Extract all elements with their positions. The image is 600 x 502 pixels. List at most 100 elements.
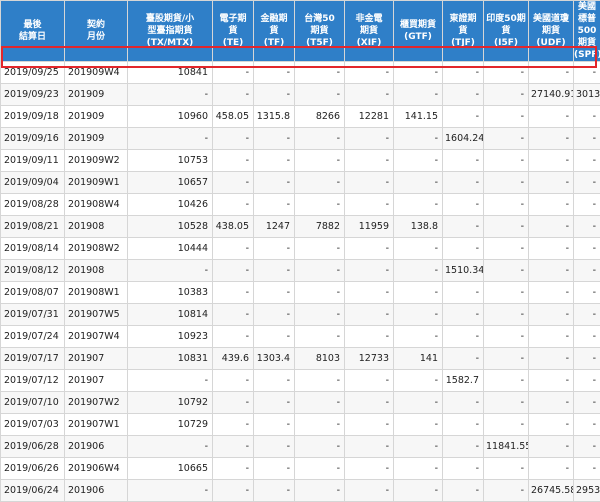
header-row: 最後 結算日契約 月份臺股期貨/小 型臺指期貨 (TX/MTX)電子期 貨 (T… bbox=[1, 1, 600, 62]
price-cell: - bbox=[529, 282, 574, 304]
price-cell: - bbox=[254, 392, 295, 414]
price-cell: - bbox=[394, 326, 443, 348]
settlement-date-cell: 2019/08/21 bbox=[1, 216, 65, 238]
price-cell: - bbox=[574, 326, 600, 348]
column-header: 契約 月份 bbox=[65, 1, 128, 62]
contract-month-cell: 201908 bbox=[65, 260, 128, 282]
settlement-date-cell: 2019/06/28 bbox=[1, 436, 65, 458]
price-cell: 141 bbox=[394, 348, 443, 370]
price-cell: - bbox=[295, 370, 345, 392]
price-cell: - bbox=[529, 348, 574, 370]
price-cell: - bbox=[295, 326, 345, 348]
price-cell: 11959 bbox=[345, 216, 394, 238]
table-row: 2019/09/16201909------1604.24--- bbox=[1, 128, 600, 150]
table-row: 2019/07/1720190710831439.61303.481031273… bbox=[1, 348, 600, 370]
price-cell: - bbox=[484, 238, 529, 260]
price-cell: - bbox=[574, 348, 600, 370]
table-row: 2019/07/24201907W410923--------- bbox=[1, 326, 600, 348]
price-cell: - bbox=[254, 238, 295, 260]
settlement-date-cell: 2019/09/23 bbox=[1, 84, 65, 106]
price-cell: - bbox=[529, 216, 574, 238]
settlement-date-cell: 2019/09/16 bbox=[1, 128, 65, 150]
price-cell: - bbox=[574, 150, 600, 172]
price-cell: - bbox=[574, 260, 600, 282]
contract-month-cell: 201909 bbox=[65, 106, 128, 128]
price-cell: - bbox=[345, 326, 394, 348]
price-cell: - bbox=[394, 150, 443, 172]
price-cell: - bbox=[254, 370, 295, 392]
price-cell: - bbox=[254, 172, 295, 194]
table-row: 2019/08/28201908W410426--------- bbox=[1, 194, 600, 216]
price-cell: 1582.7 bbox=[443, 370, 484, 392]
price-cell: - bbox=[443, 84, 484, 106]
price-cell: - bbox=[254, 480, 295, 502]
price-cell: - bbox=[213, 150, 254, 172]
price-cell: - bbox=[254, 84, 295, 106]
settlement-table: 最後 結算日契約 月份臺股期貨/小 型臺指期貨 (TX/MTX)電子期 貨 (T… bbox=[0, 0, 600, 502]
price-cell: - bbox=[213, 326, 254, 348]
price-cell: - bbox=[574, 414, 600, 436]
price-cell: - bbox=[574, 392, 600, 414]
price-cell: 438.05 bbox=[213, 216, 254, 238]
price-cell: - bbox=[345, 194, 394, 216]
price-cell: - bbox=[345, 128, 394, 150]
price-cell: - bbox=[443, 106, 484, 128]
contract-month-cell: 201909 bbox=[65, 84, 128, 106]
price-cell: - bbox=[213, 62, 254, 84]
contract-month-cell: 201906 bbox=[65, 480, 128, 502]
settlement-date-cell: 2019/09/18 bbox=[1, 106, 65, 128]
price-cell: - bbox=[295, 84, 345, 106]
price-cell: - bbox=[295, 260, 345, 282]
contract-month-cell: 201909W1 bbox=[65, 172, 128, 194]
price-cell: - bbox=[254, 458, 295, 480]
price-cell: - bbox=[213, 480, 254, 502]
price-cell: 138.8 bbox=[394, 216, 443, 238]
table-row: 2019/08/12201908------1510.34--- bbox=[1, 260, 600, 282]
price-cell: - bbox=[213, 260, 254, 282]
column-header: 美國道瓊 期貨 (UDF) bbox=[529, 1, 574, 62]
price-cell: - bbox=[574, 458, 600, 480]
column-header: 美國標普 500期貨 (SPF) bbox=[574, 1, 600, 62]
price-cell: - bbox=[484, 348, 529, 370]
price-cell: 10528 bbox=[128, 216, 213, 238]
price-cell: - bbox=[484, 414, 529, 436]
price-cell: - bbox=[484, 150, 529, 172]
price-cell: 27140.91 bbox=[529, 84, 574, 106]
contract-month-cell: 201908 bbox=[65, 216, 128, 238]
price-cell: - bbox=[254, 62, 295, 84]
price-cell: 10753 bbox=[128, 150, 213, 172]
price-cell: 1510.34 bbox=[443, 260, 484, 282]
table-row: 2019/09/25201909W410841--------- bbox=[1, 62, 600, 84]
price-cell: - bbox=[213, 282, 254, 304]
contract-month-cell: 201907W5 bbox=[65, 304, 128, 326]
price-cell: - bbox=[529, 128, 574, 150]
price-cell: - bbox=[484, 128, 529, 150]
price-cell: - bbox=[394, 260, 443, 282]
price-cell: 10960 bbox=[128, 106, 213, 128]
table-row: 2019/08/07201908W110383--------- bbox=[1, 282, 600, 304]
price-cell: - bbox=[443, 238, 484, 260]
price-cell: - bbox=[529, 150, 574, 172]
contract-month-cell: 201906W4 bbox=[65, 458, 128, 480]
price-cell: - bbox=[295, 282, 345, 304]
price-cell: - bbox=[574, 106, 600, 128]
price-cell: - bbox=[529, 458, 574, 480]
price-cell: - bbox=[443, 326, 484, 348]
price-cell: - bbox=[484, 62, 529, 84]
price-cell: - bbox=[529, 260, 574, 282]
price-cell: - bbox=[443, 62, 484, 84]
table-row: 2019/06/26201906W410665--------- bbox=[1, 458, 600, 480]
price-cell: - bbox=[574, 194, 600, 216]
price-cell: 141.15 bbox=[394, 106, 443, 128]
contract-month-cell: 201908W2 bbox=[65, 238, 128, 260]
price-cell: 8266 bbox=[295, 106, 345, 128]
column-header: 印度50期 貨 (I5F) bbox=[484, 1, 529, 62]
price-cell: - bbox=[254, 304, 295, 326]
price-cell: 10383 bbox=[128, 282, 213, 304]
price-cell: - bbox=[345, 62, 394, 84]
price-cell: - bbox=[529, 172, 574, 194]
settlement-date-cell: 2019/08/28 bbox=[1, 194, 65, 216]
price-cell: - bbox=[394, 238, 443, 260]
price-cell: - bbox=[484, 260, 529, 282]
price-cell: - bbox=[295, 194, 345, 216]
